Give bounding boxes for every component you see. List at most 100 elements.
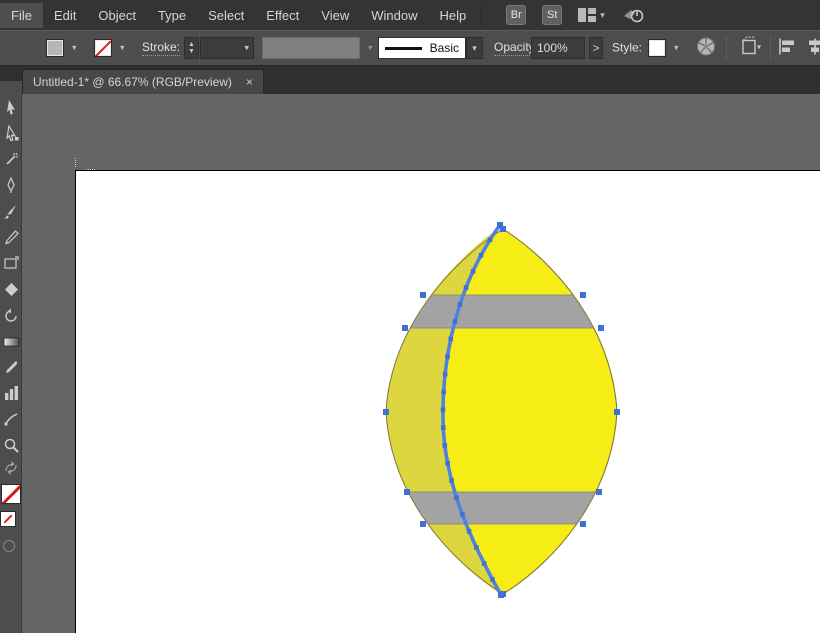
- anchor-point[interactable]: [448, 337, 453, 342]
- menu-file[interactable]: File: [0, 3, 43, 28]
- magic-wand-tool[interactable]: [0, 146, 22, 172]
- opacity-field[interactable]: 100%: [531, 37, 585, 59]
- anchor-point[interactable]: [441, 390, 446, 395]
- stroke-color-swatch[interactable]: [94, 39, 112, 57]
- recolor-artwork-button[interactable]: [696, 37, 716, 60]
- recolor-artwork-icon: [696, 37, 716, 57]
- anchor-point[interactable]: [445, 461, 450, 466]
- anchor-point[interactable]: [420, 521, 426, 527]
- control-bar: ▾ ▾ Stroke: ▲▼ ▾ ▾ Basic ▾ Opacity: 100%…: [0, 30, 820, 66]
- touch-workspace-icon: [621, 6, 645, 24]
- controlbar-separator: [726, 36, 727, 60]
- document-setup-button[interactable]: ▾: [738, 37, 766, 60]
- anchor-point[interactable]: [460, 512, 465, 517]
- pen-tool[interactable]: [0, 172, 22, 198]
- anchor-point[interactable]: [614, 409, 620, 415]
- graph-tool[interactable]: [0, 380, 22, 406]
- pencil-tool[interactable]: [0, 224, 22, 250]
- toolbar-dock-stub: [0, 81, 22, 94]
- menu-object[interactable]: Object: [87, 3, 147, 28]
- align-center-button[interactable]: [806, 38, 820, 59]
- stroke-weight-field[interactable]: ▾: [200, 37, 254, 59]
- chevron-down-icon[interactable]: ▾: [244, 43, 249, 54]
- selection-tool[interactable]: [0, 94, 22, 120]
- shape-tool[interactable]: [0, 276, 22, 302]
- menu-select[interactable]: Select: [197, 3, 255, 28]
- brush-chevron-button[interactable]: ▾: [466, 37, 483, 59]
- tab-close-icon[interactable]: ×: [246, 75, 253, 89]
- football-stripe-top[interactable]: [378, 295, 628, 328]
- stroke-chevron-icon[interactable]: ▾: [120, 43, 125, 54]
- anchor-point[interactable]: [467, 529, 472, 534]
- document-tab[interactable]: Untitled-1* @ 66.67% (RGB/Preview) ×: [22, 69, 264, 94]
- anchor-point[interactable]: [443, 372, 448, 377]
- anchor-point[interactable]: [580, 292, 586, 298]
- anchor-point[interactable]: [474, 545, 479, 550]
- artboard-corner-mark-2: [75, 158, 76, 167]
- anchor-point[interactable]: [490, 577, 495, 582]
- anchor-point[interactable]: [420, 292, 426, 298]
- canvas-area: [0, 94, 820, 633]
- anchor-point[interactable]: [596, 489, 602, 495]
- align-center-icon: [806, 38, 820, 56]
- anchor-point[interactable]: [479, 253, 484, 258]
- draw-mode-icon[interactable]: [3, 540, 15, 552]
- anchor-point[interactable]: [402, 325, 408, 331]
- eyedropper-tool[interactable]: [0, 354, 22, 380]
- anchor-point[interactable]: [449, 478, 454, 483]
- menu-view[interactable]: View: [310, 3, 360, 28]
- anchor-point[interactable]: [441, 425, 446, 430]
- opacity-more-button[interactable]: >: [589, 37, 603, 59]
- artwork-canvas[interactable]: [373, 210, 643, 620]
- menu-window[interactable]: Window: [360, 3, 428, 28]
- anchor-point[interactable]: [383, 409, 389, 415]
- artboard-tool[interactable]: [0, 250, 22, 276]
- direct-selection-tool[interactable]: [0, 120, 22, 146]
- brush-tool[interactable]: [0, 198, 22, 224]
- anchor-point[interactable]: [441, 408, 446, 413]
- anchor-point[interactable]: [471, 269, 476, 274]
- anchor-point[interactable]: [458, 302, 463, 307]
- anchor-point[interactable]: [454, 495, 459, 500]
- anchor-point[interactable]: [497, 222, 503, 228]
- fill-chevron-icon[interactable]: ▾: [72, 43, 77, 54]
- anchor-point[interactable]: [464, 285, 469, 290]
- anchor-point[interactable]: [442, 443, 447, 448]
- workspace-switcher[interactable]: ▾: [578, 8, 605, 22]
- fill-color-swatch[interactable]: [46, 39, 64, 57]
- stock-button[interactable]: St: [542, 5, 562, 25]
- anchor-point[interactable]: [580, 521, 586, 527]
- rotate-tool[interactable]: [0, 302, 22, 328]
- align-left-icon: [778, 38, 796, 56]
- gradient-tool[interactable]: [0, 328, 22, 354]
- illustrator-window: File Edit Object Type Select Effect View…: [0, 0, 820, 633]
- zoom-tool[interactable]: [0, 432, 22, 458]
- anchor-point[interactable]: [598, 325, 604, 331]
- style-chevron-icon[interactable]: ▾: [674, 43, 679, 54]
- anchor-point[interactable]: [482, 561, 487, 566]
- anchor-point[interactable]: [404, 489, 410, 495]
- anchor-point[interactable]: [453, 319, 458, 324]
- anchor-point[interactable]: [488, 238, 493, 243]
- swap-fill-stroke[interactable]: [0, 458, 22, 478]
- brush-definition-dropdown[interactable]: Basic: [378, 37, 466, 59]
- stroke-weight-stepper[interactable]: ▲▼: [184, 37, 199, 59]
- tools-panel: [0, 94, 22, 633]
- menu-effect[interactable]: Effect: [255, 3, 310, 28]
- stroke-none-swatch[interactable]: [1, 512, 15, 526]
- anchor-point[interactable]: [445, 354, 450, 359]
- fill-none-swatch[interactable]: [1, 484, 21, 504]
- menu-help[interactable]: Help: [428, 3, 477, 28]
- touch-workspace-toggle[interactable]: [621, 6, 645, 24]
- align-left-button[interactable]: [778, 38, 796, 59]
- menu-edit[interactable]: Edit: [43, 3, 87, 28]
- brush-stroke-preview: [385, 47, 422, 50]
- bridge-button[interactable]: Br: [506, 5, 526, 25]
- stroke-label[interactable]: Stroke:: [142, 40, 180, 56]
- football-stripe-bottom[interactable]: [378, 492, 628, 524]
- anchor-point[interactable]: [498, 592, 504, 598]
- width-profile-chevron-icon: ▾: [368, 43, 373, 54]
- blend-tool[interactable]: [0, 406, 22, 432]
- menu-type[interactable]: Type: [147, 3, 197, 28]
- graphic-style-swatch[interactable]: [648, 39, 666, 57]
